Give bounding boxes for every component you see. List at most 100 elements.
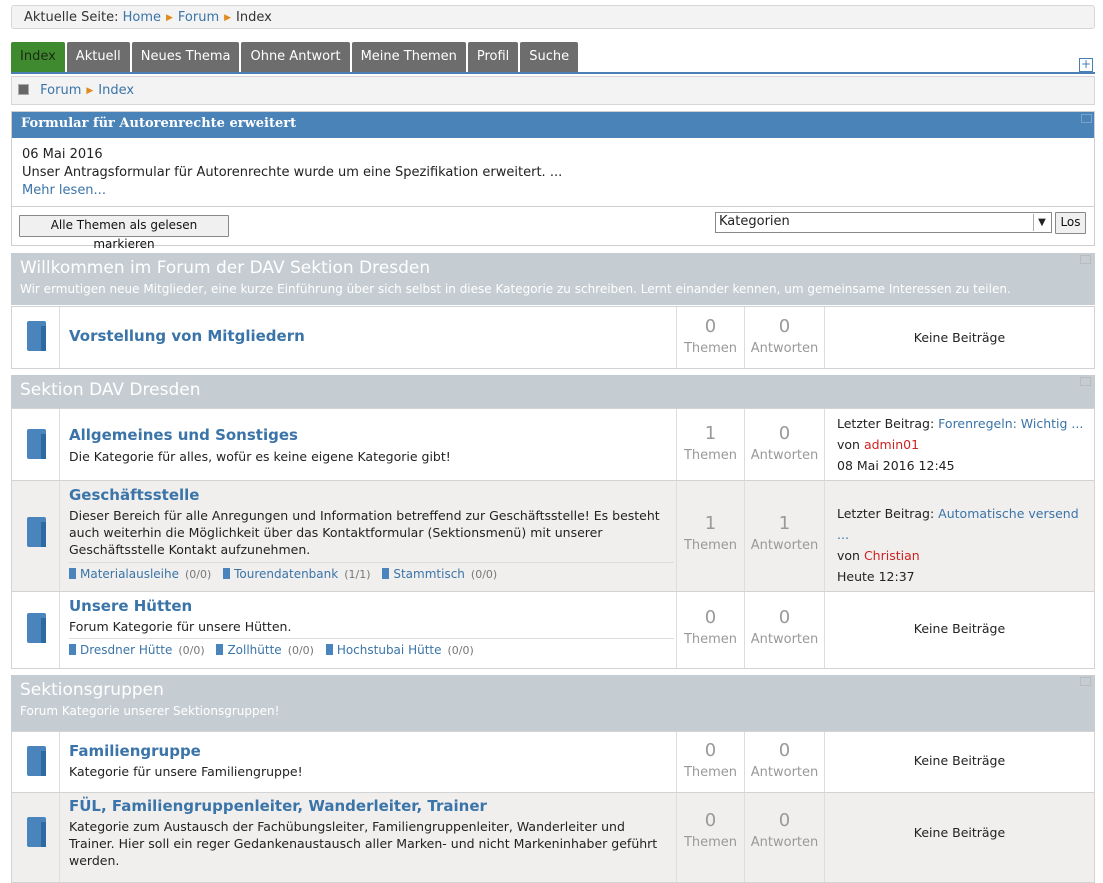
topics-stat: 1 Themen bbox=[676, 409, 744, 480]
tab-ohne-antwort[interactable]: Ohne Antwort bbox=[241, 42, 350, 73]
breadcrumb-prefix: Aktuelle Seite: bbox=[24, 10, 119, 25]
expand-icon[interactable]: + bbox=[1079, 58, 1093, 72]
topics-count: 0 bbox=[704, 740, 717, 761]
replies-count: 1 bbox=[778, 513, 791, 534]
last-post-user-link[interactable]: Christian bbox=[864, 548, 920, 563]
tab-index[interactable]: Index bbox=[11, 42, 65, 73]
category-title[interactable]: Sektionsgruppen bbox=[20, 680, 1095, 700]
last-post: Keine Beiträge bbox=[824, 793, 1094, 882]
replies-label: Antworten bbox=[750, 835, 819, 850]
breadcrumb: Aktuelle Seite: Home ▶ Forum ▶ Index bbox=[11, 5, 1095, 29]
mark-read-button[interactable]: Alle Themen als gelesen markieren bbox=[19, 215, 229, 251]
replies-stat: 0 Antworten bbox=[744, 592, 824, 668]
topics-count: 1 bbox=[704, 423, 717, 444]
breadcrumb-home-link[interactable]: Home bbox=[123, 10, 161, 25]
subnav-index-link[interactable]: Index bbox=[98, 83, 134, 98]
topics-stat: 0 Themen bbox=[676, 592, 744, 668]
forum-row: Familiengruppe Kategorie für unsere Fami… bbox=[11, 731, 1095, 793]
category-title[interactable]: Sektion DAV Dresden bbox=[20, 380, 1095, 400]
forum-row: Geschäftsstelle Dieser Bereich für alle … bbox=[11, 481, 1095, 592]
replies-count: 0 bbox=[778, 810, 791, 831]
subforum-icon bbox=[325, 644, 333, 655]
no-posts-text: Keine Beiträge bbox=[913, 621, 1006, 636]
forum-title[interactable]: FÜL, Familiengruppenleiter, Wanderleiter… bbox=[69, 797, 674, 815]
subforum-icon bbox=[69, 568, 76, 579]
news-box: Formular für Autorenrechte erweitert 06 … bbox=[11, 111, 1095, 207]
forum-book-icon bbox=[27, 429, 46, 459]
no-posts-text: Keine Beiträge bbox=[913, 825, 1006, 840]
go-button[interactable]: Los bbox=[1055, 212, 1086, 234]
tab-aktuell[interactable]: Aktuell bbox=[66, 42, 130, 73]
forum-row: Vorstellung von Mitgliedern 0 Themen 0 A… bbox=[11, 306, 1095, 369]
news-text: Unser Antragsformular für Autorenrechte … bbox=[22, 165, 563, 180]
forum-book-icon bbox=[27, 817, 46, 847]
subforum-count: (0/0) bbox=[287, 644, 314, 657]
last-post-label: Letzter Beitrag: bbox=[837, 506, 935, 521]
by-label: von bbox=[837, 548, 860, 563]
subforum-link[interactable]: Dresdner Hütte bbox=[80, 643, 172, 657]
replies-label: Antworten bbox=[750, 765, 819, 780]
subforum-list: Dresdner Hütte (0/0) Zollhütte (0/0) Hochs… bbox=[69, 638, 674, 657]
collapse-icon[interactable] bbox=[1080, 677, 1091, 686]
breadcrumb-current: Index bbox=[236, 10, 272, 25]
forum-row: Allgemeines und Sonstiges Die Kategorie … bbox=[11, 408, 1095, 481]
tab-profil[interactable]: Profil bbox=[467, 42, 519, 73]
subnav-forum-link[interactable]: Forum bbox=[40, 83, 81, 98]
last-post-label: Letzter Beitrag: bbox=[837, 416, 935, 431]
by-label: von bbox=[837, 437, 860, 452]
chevron-down-icon: ▼ bbox=[1033, 214, 1050, 231]
forum-title[interactable]: Allgemeines und Sonstiges bbox=[69, 426, 674, 444]
subforum-link[interactable]: Stammtisch bbox=[393, 567, 465, 581]
last-post-topic-link[interactable]: Forenregeln: Wichtig ... bbox=[938, 416, 1083, 431]
forum-title[interactable]: Vorstellung von Mitgliedern bbox=[69, 327, 674, 345]
collapse-icon[interactable] bbox=[1080, 255, 1091, 264]
subforum-icon bbox=[216, 644, 224, 655]
collapse-icon[interactable] bbox=[1080, 377, 1091, 386]
category-title[interactable]: Willkommen im Forum der DAV Sektion Dres… bbox=[20, 258, 1095, 278]
subforum-link[interactable]: Tourendatenbank bbox=[234, 567, 338, 581]
tab-suche[interactable]: Suche bbox=[520, 42, 579, 73]
forum-book-icon bbox=[27, 613, 46, 643]
tab-neues-thema[interactable]: Neues Thema bbox=[131, 42, 240, 73]
topics-count: 0 bbox=[704, 810, 717, 831]
category-select[interactable]: Kategorien ▼ bbox=[715, 212, 1052, 233]
tab-bar: Index Aktuell Neues Thema Ohne Antwort M… bbox=[11, 42, 580, 73]
forum-book-icon bbox=[27, 321, 46, 351]
tab-meine-themen[interactable]: Meine Themen bbox=[351, 42, 466, 73]
topics-count: 0 bbox=[704, 316, 717, 337]
subforum-count: (0/0) bbox=[178, 644, 205, 657]
forum-description: Dieser Bereich für alle Anregungen und I… bbox=[69, 508, 660, 557]
replies-count: 0 bbox=[778, 740, 791, 761]
replies-count: 0 bbox=[778, 607, 791, 628]
replies-stat: 0 Antworten bbox=[744, 409, 824, 480]
collapse-icon[interactable] bbox=[1081, 114, 1092, 123]
replies-label: Antworten bbox=[750, 632, 819, 647]
forum-description: Die Kategorie für alles, wofür es keine … bbox=[69, 449, 451, 464]
category-description: Forum Kategorie unserer Sektionsgruppen! bbox=[20, 704, 280, 718]
last-post: Letzter Beitrag: Automatische versend ..… bbox=[824, 481, 1094, 591]
topics-stat: 1 Themen bbox=[676, 481, 744, 591]
replies-label: Antworten bbox=[750, 341, 819, 356]
news-date: 06 Mai 2016 bbox=[22, 147, 103, 162]
subforum-link[interactable]: Materialausleihe bbox=[80, 567, 179, 581]
replies-label: Antworten bbox=[750, 538, 819, 553]
sub-breadcrumb: Forum ▶ Index bbox=[11, 76, 1095, 105]
forum-title[interactable]: Familiengruppe bbox=[69, 742, 674, 760]
breadcrumb-forum-link[interactable]: Forum bbox=[178, 10, 219, 25]
tab-divider bbox=[11, 72, 1095, 74]
news-title: Formular für Autorenrechte erweitert bbox=[12, 112, 1094, 138]
category-select-value: Kategorien bbox=[719, 214, 790, 229]
category-description: Wir ermutigen neue Mitglieder, eine kurz… bbox=[20, 282, 1011, 296]
topics-label: Themen bbox=[683, 632, 738, 647]
subforum-list: Materialausleihe (0/0) Tourendatenbank (1/… bbox=[69, 562, 674, 581]
forum-title[interactable]: Geschäftsstelle bbox=[69, 486, 674, 504]
subforum-link[interactable]: Zollhütte bbox=[227, 643, 281, 657]
category-header: Sektionsgruppen Forum Kategorie unserer … bbox=[11, 675, 1095, 731]
last-post-user-link[interactable]: admin01 bbox=[864, 437, 919, 452]
forum-row: FÜL, Familiengruppenleiter, Wanderleiter… bbox=[11, 793, 1095, 883]
forum-title[interactable]: Unsere Hütten bbox=[69, 597, 674, 615]
topics-stat: 0 Themen bbox=[676, 793, 744, 882]
subforum-link[interactable]: Hochstubai Hütte bbox=[337, 643, 442, 657]
subforum-count: (0/0) bbox=[470, 568, 498, 581]
news-more-link[interactable]: Mehr lesen... bbox=[22, 183, 106, 198]
